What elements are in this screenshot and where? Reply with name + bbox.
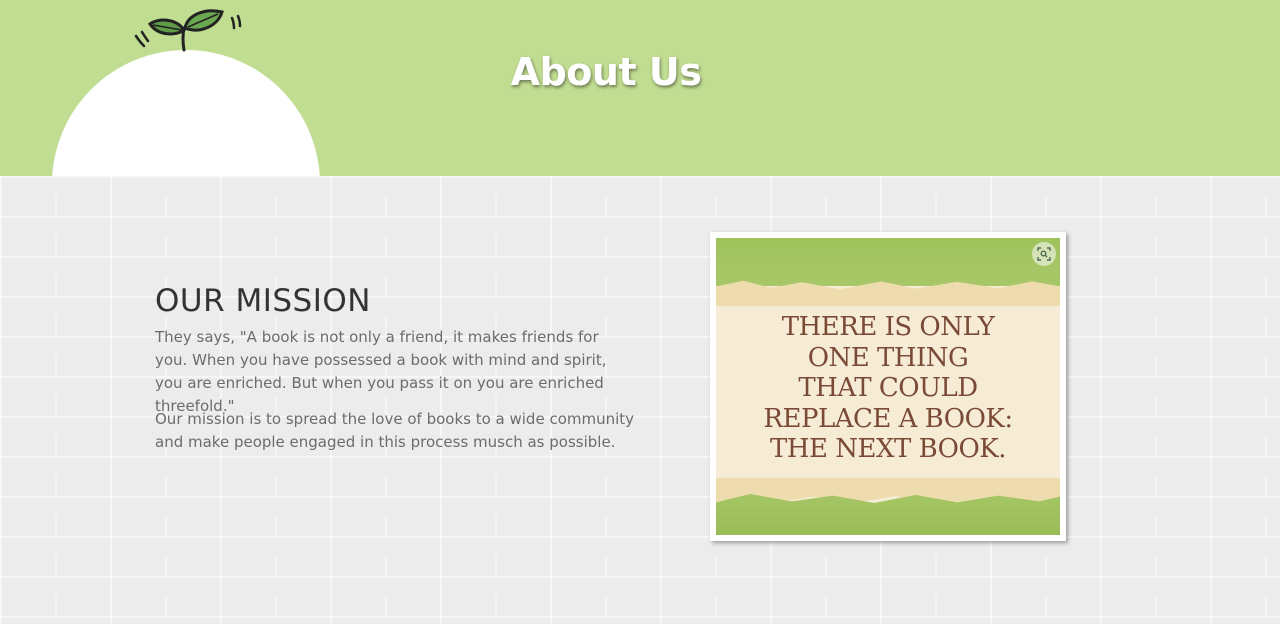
sprout-icon [134, 9, 242, 52]
page-title: About Us [510, 50, 702, 94]
header-banner: About Us [0, 0, 1280, 176]
quote-line: REPLACE A BOOK: [763, 403, 1013, 434]
quote-line: THAT COULD [798, 373, 978, 403]
quote-line: THERE IS ONLY [781, 312, 995, 342]
mission-heading: OUR MISSION [155, 283, 371, 319]
top-green-band [716, 238, 1060, 286]
mission-paragraph-statement: Our mission is to spread the love of boo… [155, 410, 635, 451]
bottom-green-band [716, 494, 1060, 535]
quote-image-card[interactable]: THERE IS ONLY ONE THING THAT COULD REPLA… [710, 232, 1066, 541]
quote-image: THERE IS ONLY ONE THING THAT COULD REPLA… [716, 238, 1060, 535]
zoom-icon [1037, 247, 1051, 261]
quote-line: ONE THING [807, 342, 969, 373]
zoom-button[interactable] [1032, 242, 1056, 266]
quote-line: THE NEXT BOOK. [769, 434, 1007, 464]
quote-text: THERE IS ONLY ONE THING THAT COULD REPLA… [716, 312, 1060, 465]
mission-paragraph-quote: They says, "A book is not only a friend,… [155, 328, 607, 415]
